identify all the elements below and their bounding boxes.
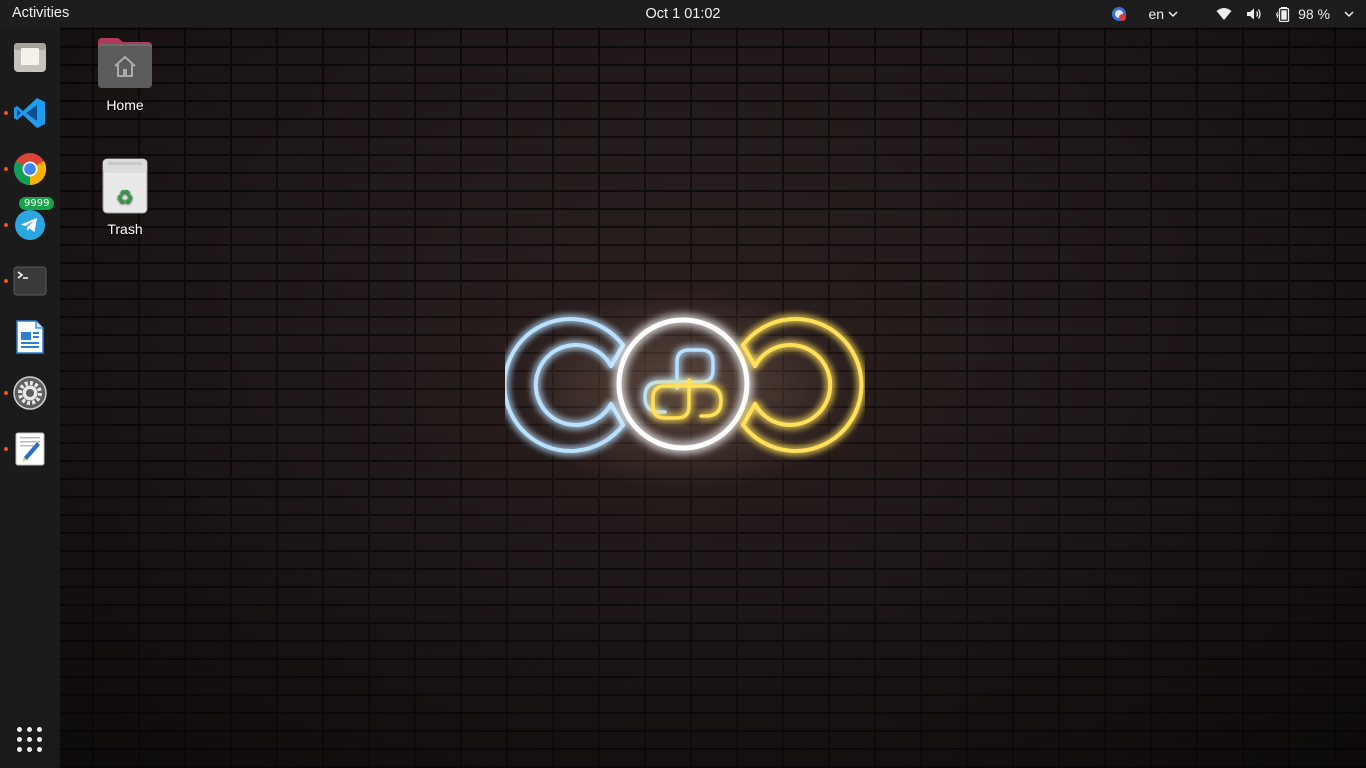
clock-label[interactable]: Oct 1 01:02 — [646, 6, 721, 22]
system-menu[interactable]: 98 % — [1216, 0, 1354, 27]
telegram-icon — [15, 210, 45, 240]
desktop-icon-trash[interactable]: ♻ Trash — [75, 158, 175, 237]
neon-logo-wallpaper — [505, 317, 864, 453]
dock-item-files[interactable] — [8, 35, 52, 79]
language-label: en — [1148, 5, 1165, 22]
dock-item-chrome[interactable] — [4, 147, 52, 191]
vscode-icon — [14, 98, 45, 128]
dock-item-libreoffice-writer[interactable] — [8, 315, 52, 359]
writer-icon — [16, 320, 44, 354]
desktop-icon-label: Home — [106, 97, 144, 113]
wifi-icon — [1216, 7, 1232, 20]
dock: 9999 — [0, 27, 60, 768]
running-indicator — [4, 167, 8, 171]
svg-text:♻: ♻ — [116, 185, 134, 209]
dock-item-vscode[interactable] — [4, 91, 52, 135]
neon-python-snakes-icon — [643, 348, 723, 420]
apps-grid-icon — [17, 727, 22, 732]
running-indicator — [4, 111, 8, 115]
chrome-icon — [13, 153, 47, 186]
dock-item-terminal[interactable] — [4, 259, 52, 303]
notification-app-icon — [1111, 6, 1126, 21]
show-applications-button[interactable] — [17, 727, 43, 753]
desktop-screen: Activities Oct 1 01:02 en 98 % 9999 Home… — [0, 0, 1366, 768]
desktop-icon-home[interactable]: Home — [75, 36, 175, 113]
neon-python-circle-icon — [616, 317, 750, 451]
settings-icon — [13, 376, 47, 410]
dock-item-text-editor[interactable] — [4, 427, 52, 471]
unread-badge: 9999 — [19, 197, 55, 210]
neon-c-right-icon — [741, 317, 864, 453]
terminal-icon — [13, 266, 47, 296]
volume-icon — [1247, 8, 1261, 19]
text-editor-icon — [15, 432, 45, 466]
running-indicator — [4, 223, 8, 227]
running-indicator — [4, 391, 8, 395]
files-icon — [14, 43, 46, 72]
chevron-down-icon — [1168, 10, 1178, 17]
neon-c-left-icon — [505, 317, 625, 453]
chevron-down-icon — [1344, 10, 1354, 17]
battery-percentage: 98 % — [1298, 5, 1330, 22]
home-folder-icon — [98, 38, 152, 88]
system-tray: en 98 % — [1111, 0, 1366, 27]
dock-item-telegram[interactable]: 9999 — [4, 197, 55, 247]
top-bar: Activities Oct 1 01:02 en 98 % — [0, 0, 1366, 27]
activities-button[interactable]: Activities — [12, 5, 69, 21]
language-selector[interactable]: en — [1149, 0, 1179, 27]
trash-icon: ♻ — [102, 158, 148, 214]
notification-app-indicator[interactable] — [1111, 0, 1127, 27]
desktop-icon-label: Trash — [107, 221, 143, 237]
running-indicator — [4, 447, 8, 451]
running-indicator — [4, 279, 8, 283]
dock-item-settings[interactable] — [4, 371, 52, 415]
battery-icon — [1276, 6, 1290, 22]
